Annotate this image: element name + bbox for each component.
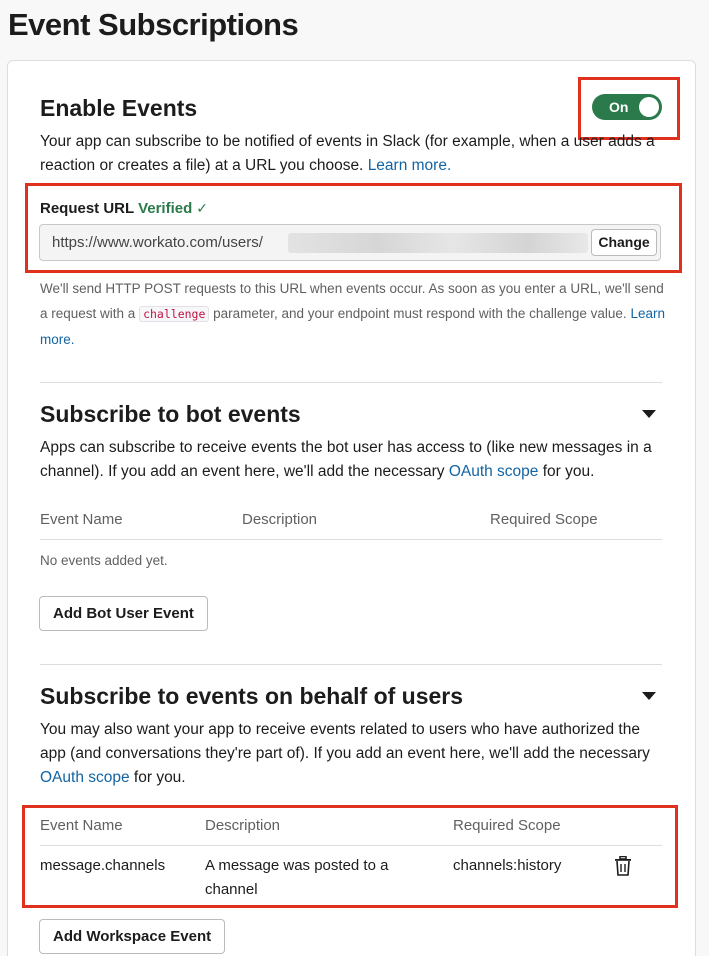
user-oauth-scope-link[interactable]: OAuth scope: [40, 769, 130, 786]
event-subscriptions-page: Event Subscriptions Enable Events On You…: [0, 0, 709, 956]
request-url-label-text: Request URL: [40, 200, 134, 217]
collapse-bot-events-icon[interactable]: [642, 410, 656, 418]
bot-events-description: Apps can subscribe to receive events the…: [40, 436, 662, 484]
enable-events-toggle[interactable]: On: [592, 94, 662, 120]
check-icon: ✓: [196, 200, 209, 216]
section-divider: [40, 664, 662, 665]
user-events-description: You may also want your app to receive ev…: [40, 718, 662, 790]
enable-events-description-text: Your app can subscribe to be notified of…: [40, 133, 655, 174]
request-url-note-part2: parameter, and your endpoint must respon…: [213, 306, 627, 321]
change-url-button[interactable]: Change: [591, 229, 657, 256]
user-table-header-divider: [40, 845, 662, 846]
user-events-heading: Subscribe to events on behalf of users: [40, 683, 464, 709]
event-description: A message was posted to a channel: [205, 857, 389, 898]
collapse-user-events-icon[interactable]: [642, 692, 656, 700]
request-url-value: https://www.workato.com/users/: [52, 234, 263, 251]
bot-oauth-scope-link[interactable]: OAuth scope: [449, 463, 539, 480]
learn-more-link[interactable]: Learn more.: [368, 157, 452, 174]
challenge-code: challenge: [139, 306, 210, 322]
request-url-note: We'll send HTTP POST requests to this UR…: [40, 276, 665, 352]
bot-events-description-end: for you.: [542, 463, 595, 480]
bot-col-event-name: Event Name: [40, 511, 123, 528]
bot-col-required-scope: Required Scope: [490, 511, 598, 528]
user-col-event-name: Event Name: [40, 817, 123, 834]
user-col-required-scope: Required Scope: [453, 817, 561, 834]
enable-events-heading: Enable Events: [40, 95, 198, 121]
event-name-link[interactable]: message.channels: [40, 854, 165, 878]
bot-events-heading: Subscribe to bot events: [40, 401, 301, 427]
request-url-field[interactable]: https://www.workato.com/users/ Change: [39, 224, 661, 261]
bot-table-header-divider: [40, 539, 662, 540]
trash-icon[interactable]: [614, 856, 632, 876]
bot-col-description: Description: [242, 511, 318, 528]
toggle-label: On: [609, 99, 629, 115]
event-required-scope: channels:history: [453, 857, 562, 874]
verified-status: Verified: [138, 200, 193, 217]
toggle-knob: [639, 97, 659, 117]
section-divider: [40, 382, 662, 383]
page-title: Event Subscriptions: [8, 7, 299, 42]
add-bot-user-event-button[interactable]: Add Bot User Event: [39, 596, 208, 631]
enable-events-description: Your app can subscribe to be notified of…: [40, 130, 662, 178]
user-events-description-text: You may also want your app to receive ev…: [40, 721, 650, 762]
user-col-description: Description: [205, 817, 281, 834]
redacted-url-segment: [288, 233, 588, 253]
bot-events-empty-text: No events added yet.: [40, 553, 168, 568]
user-events-description-end: for you.: [133, 769, 186, 786]
request-url-label: Request URL Verified ✓: [40, 198, 208, 219]
add-workspace-event-button[interactable]: Add Workspace Event: [39, 919, 226, 954]
